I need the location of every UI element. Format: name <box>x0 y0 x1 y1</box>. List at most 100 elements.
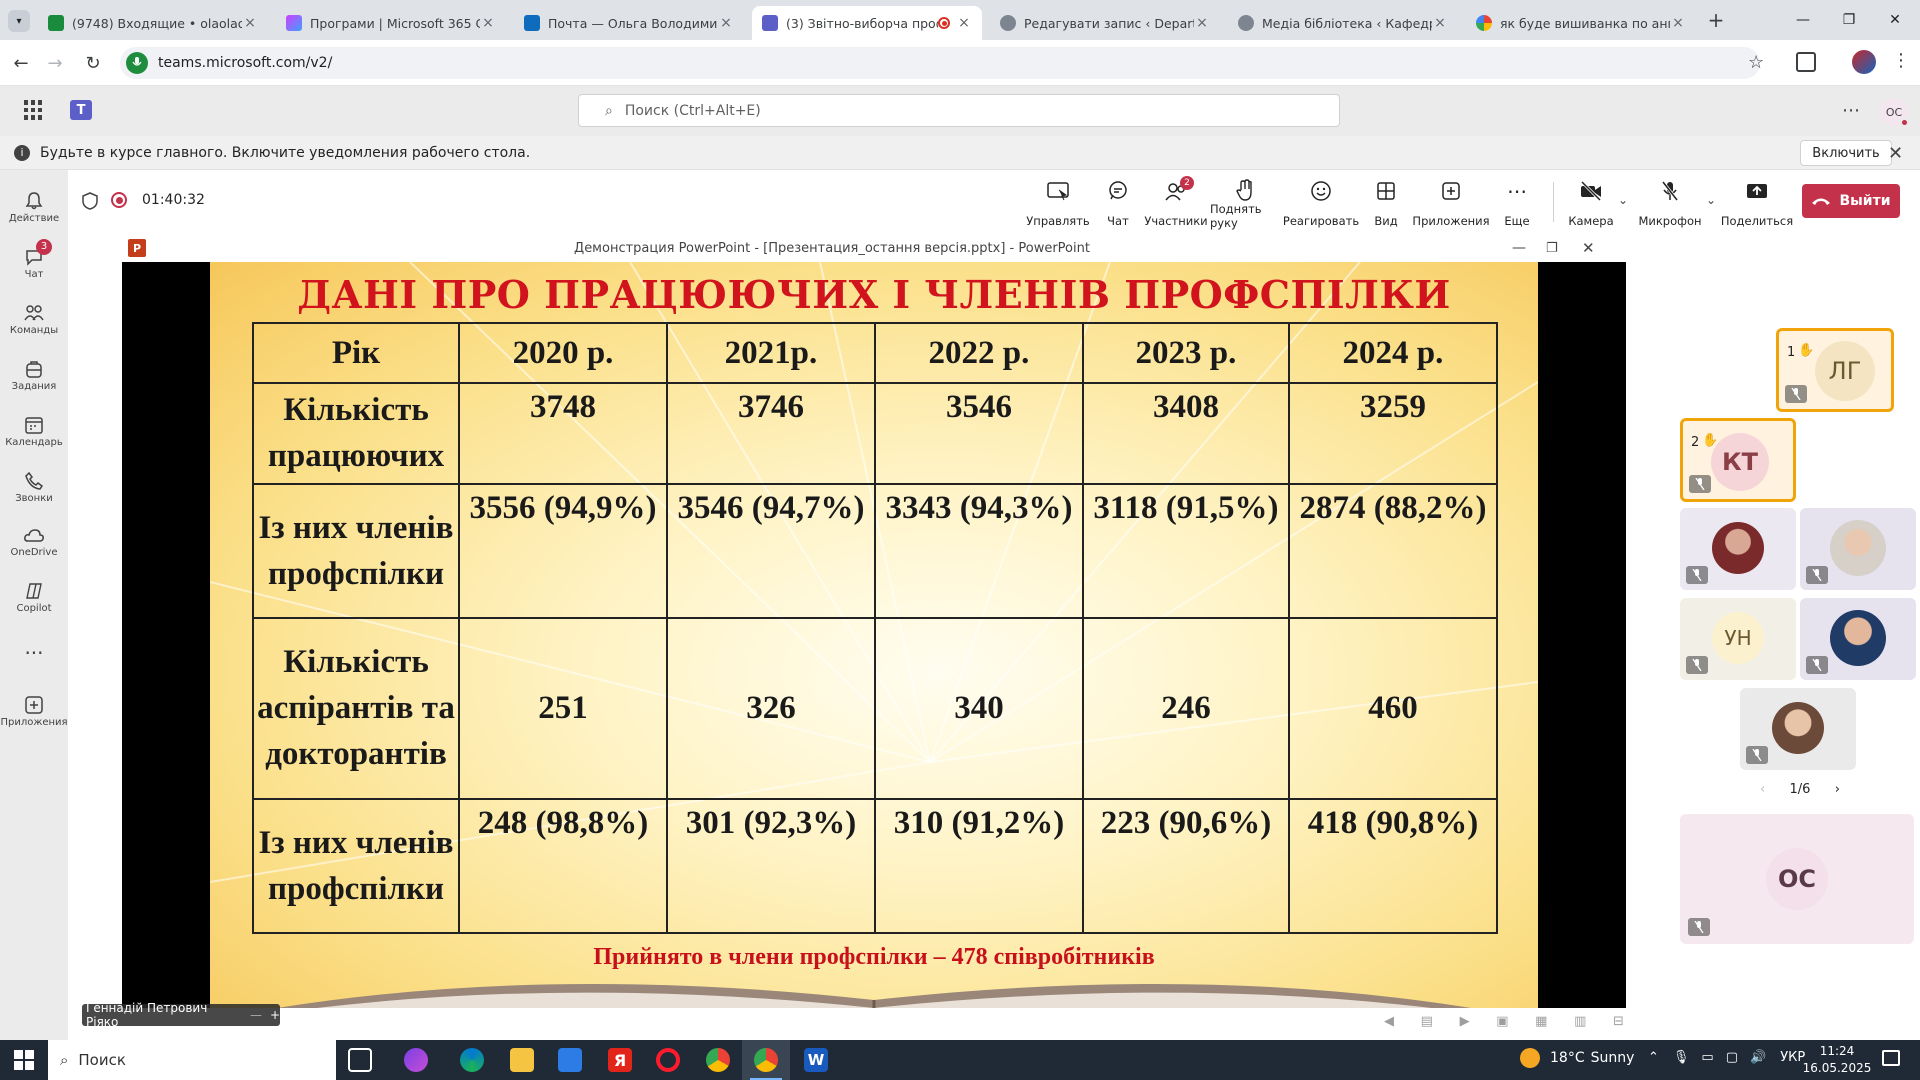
more-options-icon[interactable]: ⋯ <box>1842 100 1860 121</box>
browser-tab[interactable]: (9748) Входящие • olaolaola@ × <box>38 6 268 40</box>
chrome-icon[interactable] <box>706 1048 730 1072</box>
file-explorer-icon[interactable] <box>510 1048 534 1072</box>
notes-icon[interactable]: ▤ <box>1421 1014 1433 1029</box>
manage-button[interactable]: Управлять <box>1026 178 1090 228</box>
tab-search-dropdown-icon[interactable]: ▾ <box>8 10 30 32</box>
camera-button[interactable]: Камера <box>1568 178 1614 228</box>
mic-icon[interactable]: 🎙 <box>1673 1050 1690 1065</box>
close-tab-icon[interactable]: × <box>480 15 496 31</box>
close-tab-icon[interactable]: × <box>1432 15 1448 31</box>
rail-item-calendar[interactable]: Календарь <box>0 404 68 456</box>
chat-button[interactable]: Чат <box>1100 178 1136 228</box>
slideshow-icon[interactable]: ⊟ <box>1613 1014 1624 1029</box>
restore-window-button[interactable]: ❐ <box>1826 0 1872 40</box>
task-view-icon[interactable] <box>348 1048 372 1072</box>
forward-button[interactable]: → <box>42 50 68 76</box>
rail-item-copilot[interactable]: Copilot <box>0 570 68 622</box>
rail-item-more[interactable]: ... <box>0 622 68 672</box>
reading-view-icon[interactable]: ▥ <box>1574 1014 1586 1029</box>
app-icon[interactable] <box>404 1048 428 1072</box>
reload-button[interactable]: ↻ <box>80 50 106 76</box>
participant-tile[interactable] <box>1680 508 1796 590</box>
notifications-icon[interactable] <box>1882 1050 1900 1066</box>
bookmark-star-icon[interactable]: ☆ <box>1748 52 1764 73</box>
rail-item-teams[interactable]: Команды <box>0 292 68 344</box>
leave-button[interactable]: Выйти <box>1802 184 1900 218</box>
browser-menu-icon[interactable]: ⋮ <box>1892 50 1910 71</box>
view-button[interactable]: Вид <box>1373 178 1399 228</box>
back-button[interactable]: ← <box>8 50 34 76</box>
next-page-icon[interactable]: › <box>1835 782 1840 797</box>
rail-item-apps[interactable]: Приложения <box>0 684 68 736</box>
participant-tile[interactable] <box>1800 598 1916 680</box>
app-launcher-icon[interactable] <box>24 100 44 120</box>
volume-icon[interactable]: 🔊 <box>1750 1050 1766 1065</box>
participant-tile[interactable] <box>1740 688 1856 770</box>
tray-overflow-chevron-icon[interactable]: ⌃ <box>1648 1050 1659 1065</box>
network-icon[interactable]: ▭ <box>1701 1050 1713 1065</box>
site-mic-access-icon[interactable] <box>126 52 148 74</box>
participant-tile[interactable]: УН <box>1680 598 1796 680</box>
weather-widget[interactable]: 18°C Sunny <box>1520 1048 1634 1068</box>
opera-icon[interactable] <box>656 1048 680 1072</box>
taskbar-clock[interactable]: 11:24 16.05.2025 <box>1802 1043 1872 1077</box>
more-button[interactable]: ⋯ Еще <box>1504 178 1530 228</box>
close-tab-icon[interactable]: × <box>956 15 972 31</box>
browser-tab-active[interactable]: (3) Звітно-виборча профс × <box>752 6 982 40</box>
slide-sorter-icon[interactable]: ▦ <box>1535 1014 1547 1029</box>
rail-item-assignments[interactable]: Задания <box>0 348 68 400</box>
share-button[interactable]: Поделиться <box>1721 178 1793 228</box>
rail-item-calls[interactable]: Звонки <box>0 460 68 512</box>
participant-tile[interactable]: 2 ✋ КТ <box>1680 418 1796 502</box>
react-button[interactable]: Реагировать <box>1283 178 1359 228</box>
browser-tab[interactable]: Редагувати запис ‹ Departmen × <box>990 6 1220 40</box>
browser-tab[interactable]: Почта — Ольга Володимирівн × <box>514 6 744 40</box>
close-tab-icon[interactable]: × <box>242 15 258 31</box>
next-slide-icon[interactable]: ▶ <box>1460 1014 1470 1029</box>
minimize-window-button[interactable]: — <box>1780 0 1826 40</box>
microphone-button[interactable]: Микрофон <box>1638 178 1702 228</box>
participant-tile[interactable] <box>1800 508 1916 590</box>
participants-button[interactable]: 2 Участники <box>1144 176 1208 228</box>
display-icon[interactable]: ▢ <box>1726 1050 1738 1065</box>
raised-hand-order: 2 <box>1691 435 1700 450</box>
search-input[interactable]: ⌕ Поиск (Ctrl+Alt+E) <box>578 94 1340 127</box>
ppt-restore-icon[interactable]: ❐ <box>1546 241 1558 256</box>
raise-hand-button[interactable]: Поднять руку <box>1210 178 1282 230</box>
yandex-browser-icon[interactable]: Я <box>608 1048 632 1072</box>
close-tab-icon[interactable]: × <box>1194 15 1210 31</box>
extensions-icon[interactable] <box>1796 52 1816 72</box>
close-tab-icon[interactable]: × <box>1670 15 1686 31</box>
normal-view-icon[interactable]: ▣ <box>1496 1014 1508 1029</box>
previous-page-icon[interactable]: ‹ <box>1760 782 1765 797</box>
word-icon[interactable]: W <box>804 1048 828 1072</box>
camera-options-chevron-icon[interactable]: ⌄ <box>1618 193 1628 207</box>
browser-tab[interactable]: Програми | Microsoft 365 Copi × <box>276 6 506 40</box>
minus-icon[interactable]: — <box>250 1008 262 1022</box>
enable-notifications-button[interactable]: Включить <box>1800 140 1892 166</box>
windows-start-icon[interactable] <box>14 1050 34 1070</box>
previous-slide-icon[interactable]: ◀ <box>1384 1014 1394 1029</box>
store-icon[interactable] <box>558 1048 582 1072</box>
ppt-minimize-icon[interactable]: — <box>1512 240 1526 256</box>
close-notification-icon[interactable]: ✕ <box>1888 143 1903 164</box>
rail-item-onedrive[interactable]: OneDrive <box>0 514 68 566</box>
self-video-tile[interactable]: ОС <box>1680 814 1914 944</box>
close-window-button[interactable]: ✕ <box>1872 0 1918 40</box>
edge-icon[interactable] <box>460 1048 484 1072</box>
taskbar-search-box[interactable]: ⌕ Поиск <box>48 1040 336 1080</box>
mic-options-chevron-icon[interactable]: ⌄ <box>1706 193 1716 207</box>
rail-item-chat[interactable]: 3 Чат <box>0 236 68 288</box>
browser-tab[interactable]: Медіа бібліотека ‹ Кафедра " × <box>1228 6 1458 40</box>
apps-button[interactable]: Приложения <box>1412 178 1490 228</box>
browser-profile-avatar[interactable] <box>1852 50 1876 74</box>
address-bar[interactable]: teams.microsoft.com/v2/ <box>120 47 1760 79</box>
new-tab-button[interactable]: + <box>1704 8 1728 32</box>
chrome-active-slot[interactable] <box>742 1040 790 1080</box>
close-tab-icon[interactable]: × <box>718 15 734 31</box>
ppt-close-icon[interactable]: ✕ <box>1582 239 1595 257</box>
plus-icon[interactable]: + <box>270 1008 280 1022</box>
participant-tile[interactable]: 1 ✋ ЛГ <box>1776 328 1894 412</box>
browser-tab[interactable]: як буде вишиванка по англ - × <box>1466 6 1696 40</box>
rail-item-activity[interactable]: Действие <box>0 180 68 232</box>
